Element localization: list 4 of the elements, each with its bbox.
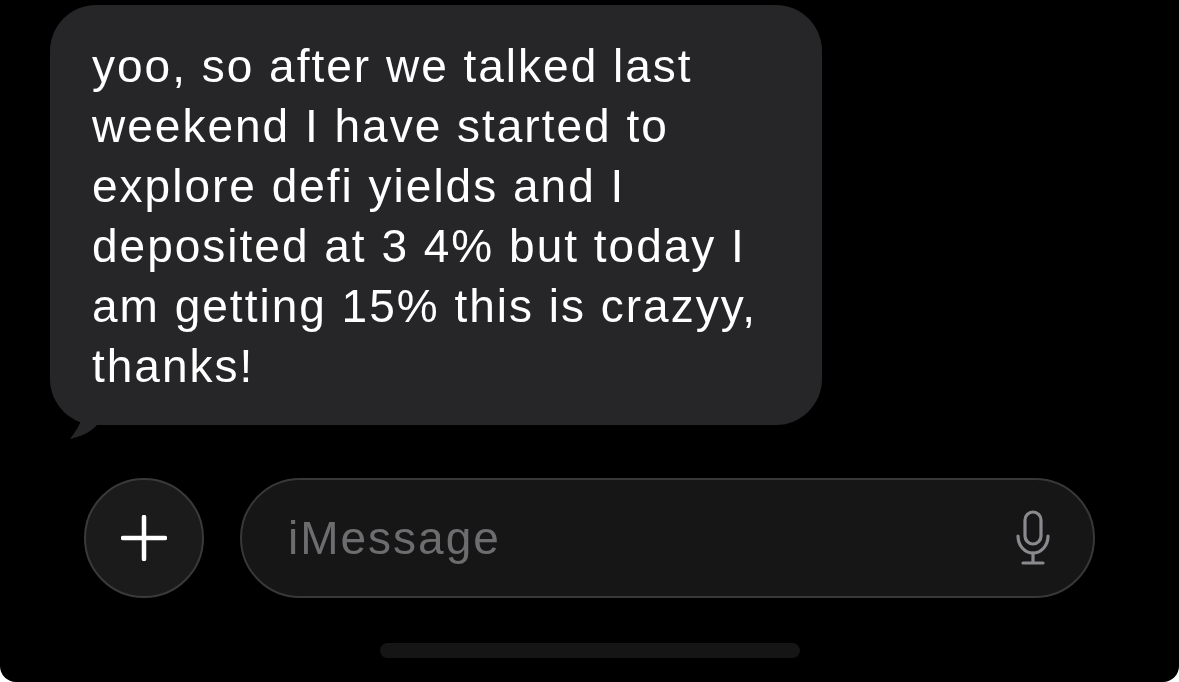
message-input-field[interactable]: iMessage <box>240 478 1095 598</box>
message-bubble: yoo, so after we talked last weekend I have started to explore defi yields and I deposited at 3 4% but today I am getting 15% this is crazyy, thanks! <box>50 5 822 425</box>
microphone-icon[interactable] <box>1015 510 1051 566</box>
plus-icon <box>121 515 167 561</box>
